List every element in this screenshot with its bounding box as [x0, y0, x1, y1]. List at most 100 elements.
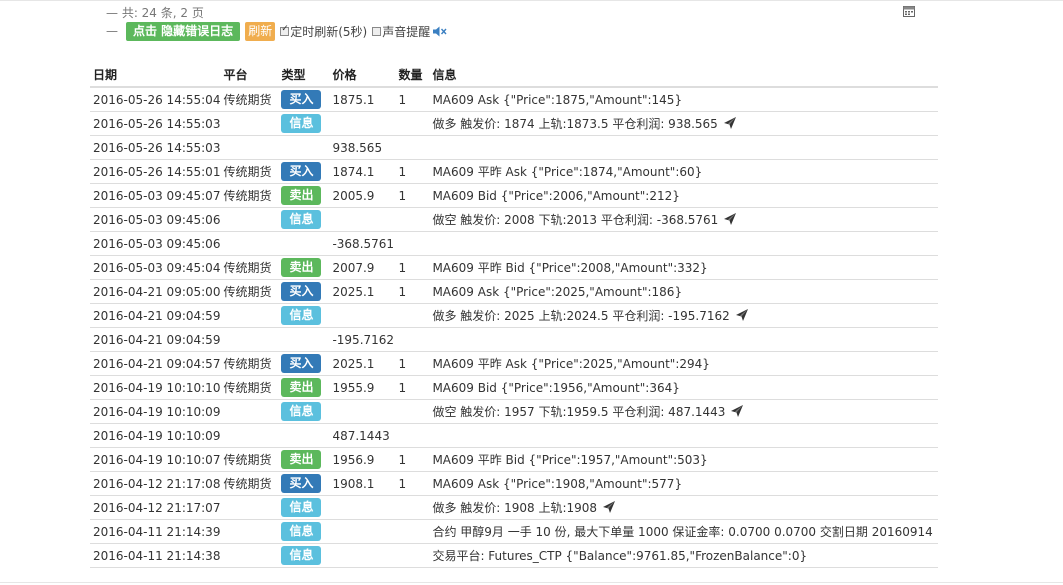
cell-price: -195.7162 [329, 327, 396, 352]
type-badge: 信息 [281, 498, 322, 517]
cell-date: 2016-04-19 10:10:09 [90, 399, 221, 424]
cell-qty: 1 [395, 255, 430, 280]
cell-price [329, 495, 396, 520]
cell-date: 2016-05-03 09:45:06 [90, 231, 221, 256]
cell-info: MA609 平昨 Ask {"Price":1874,"Amount":60} [429, 159, 939, 184]
table-row: 2016-04-12 21:17:08 传统期货 买入 1908.1 1 MA609 As… [90, 471, 939, 496]
cell-platform: 传统期货 [220, 471, 279, 496]
info-text: MA609 平昨 Ask {"Price":2025,"Amount":294} [432, 357, 710, 371]
cell-price: 2025.1 [329, 279, 396, 304]
type-badge: 信息 [281, 114, 322, 133]
cell-info: 做空 触发价: 2008 下轨:2013 平仓利润: -368.5761 [429, 207, 939, 232]
cell-price: 1908.1 [329, 471, 396, 496]
cell-info: MA609 Ask {"Price":1875,"Amount":145} [429, 87, 939, 112]
cell-date: 2016-05-26 14:55:03 [90, 111, 221, 136]
table-row: 2016-04-11 21:14:38 信息 交易平台: Futures_CTP {… [90, 543, 939, 568]
cell-platform: 传统期货 [220, 447, 279, 472]
cell-info: MA609 Bid {"Price":2006,"Amount":212} [429, 183, 939, 208]
cell-platform: 传统期货 [220, 183, 279, 208]
col-header-type: 类型 [278, 62, 330, 88]
cell-info [429, 423, 939, 448]
cell-info: MA609 Ask {"Price":2025,"Amount":186} [429, 279, 939, 304]
cell-price: 1874.1 [329, 159, 396, 184]
table-row: 2016-04-19 10:10:07 传统期货 卖出 1956.9 1 MA609 平昨… [90, 447, 939, 472]
type-badge: 买入 [281, 282, 322, 301]
cell-date: 2016-05-03 09:45:04 [90, 255, 221, 280]
cell-price [329, 111, 396, 136]
cell-price: 487.1443 [329, 423, 396, 448]
cell-type: 收益 [278, 423, 330, 448]
table-row: 2016-05-03 09:45:04 传统期货 卖出 2007.9 1 MA609 平昨… [90, 255, 939, 280]
cell-price [329, 207, 396, 232]
table-row: 2016-04-21 09:04:57 传统期货 买入 2025.1 1 MA609 平昨… [90, 351, 939, 376]
type-badge: 收益 [289, 332, 314, 346]
cell-type: 信息 [278, 303, 330, 328]
cell-platform [220, 327, 279, 352]
type-badge: 收益 [289, 140, 314, 154]
type-badge: 卖出 [281, 450, 322, 469]
cell-date: 2016-04-21 09:05:00 [90, 279, 221, 304]
cell-price: 938.565 [329, 135, 396, 160]
cell-price: 1875.1 [329, 87, 396, 112]
cell-qty: 1 [395, 471, 430, 496]
cell-type: 买入 [278, 279, 330, 304]
col-header-date: 日期 [90, 62, 221, 88]
calendar-icon[interactable] [903, 5, 915, 17]
info-text: 交易平台: Futures_CTP {"Balance":9761.85,"Fr… [432, 549, 808, 563]
cell-platform [220, 111, 279, 136]
cell-qty [395, 495, 430, 520]
col-header-platform: 平台 [220, 62, 279, 88]
info-text: MA609 Ask {"Price":1875,"Amount":145} [432, 92, 683, 107]
cell-qty: 1 [395, 183, 430, 208]
type-badge: 卖出 [281, 186, 322, 205]
bottom-divider [0, 582, 1063, 583]
cell-type: 卖出 [278, 183, 330, 208]
cell-type: 信息 [278, 111, 330, 136]
cell-type: 卖出 [278, 375, 330, 400]
type-badge: 卖出 [281, 378, 322, 397]
cell-qty: 1 [395, 447, 430, 472]
cell-platform [220, 231, 279, 256]
cell-platform [220, 303, 279, 328]
col-header-qty: 数量 [395, 62, 430, 88]
cell-date: 2016-04-21 09:04:57 [90, 351, 221, 376]
sound-alert-label: 声音提醒 [382, 24, 431, 39]
log-table: 日期 平台 类型 价格 数量 信息 2016-05-26 14:55:04 传统期… [90, 62, 939, 568]
cell-info [429, 327, 939, 352]
cell-info: 交易平台: Futures_CTP {"Balance":9761.85,"Fr… [429, 543, 939, 568]
cell-info: 做多 触发价: 2025 上轨:2024.5 平仓利润: -195.7162 [429, 303, 939, 328]
col-header-info: 信息 [429, 62, 939, 88]
type-badge: 买入 [281, 354, 322, 373]
info-text: 做空 触发价: 2008 下轨:2013 平仓利润: -368.5761 [432, 213, 719, 227]
send-icon [603, 501, 616, 513]
toggle-error-log-button[interactable]: 点击 隐藏错误日志 [126, 21, 241, 41]
cell-price [329, 399, 396, 424]
refresh-button[interactable]: 刷新 [245, 21, 276, 41]
cell-info: 做多 触发价: 1874 上轨:1873.5 平仓利润: 938.565 [429, 111, 939, 136]
cell-qty: 1 [395, 279, 430, 304]
type-badge: 收益 [289, 428, 314, 442]
cell-qty: 1 [395, 351, 430, 376]
cell-date: 2016-04-12 21:17:07 [90, 495, 221, 520]
cell-price: 1956.9 [329, 447, 396, 472]
cell-info: MA609 平昨 Bid {"Price":2008,"Amount":332} [429, 255, 939, 280]
info-text: MA609 平昨 Bid {"Price":2008,"Amount":332} [432, 261, 708, 275]
table-row: 2016-05-26 14:55:01 传统期货 买入 1874.1 1 MA609 平昨… [90, 159, 939, 184]
speaker-mute-icon[interactable] [433, 26, 447, 37]
send-icon [735, 309, 748, 321]
type-badge: 信息 [281, 306, 322, 325]
table-row: 2016-04-21 09:05:00 传统期货 买入 2025.1 1 MA609 As… [90, 279, 939, 304]
col-header-price: 价格 [329, 62, 396, 88]
sound-alert-checkbox[interactable] [372, 26, 382, 36]
table-row: 2016-05-03 09:45:06 收益 -368.5761 [90, 231, 939, 256]
info-text: MA609 平昨 Bid {"Price":1957,"Amount":503} [432, 453, 708, 467]
cell-platform: 传统期货 [220, 87, 279, 112]
cell-price [329, 303, 396, 328]
cell-date: 2016-05-26 14:55:01 [90, 159, 221, 184]
cell-qty: 1 [395, 87, 430, 112]
cell-platform: 传统期货 [220, 351, 279, 376]
cell-price: 2005.9 [329, 183, 396, 208]
cell-type: 收益 [278, 327, 330, 352]
auto-refresh-checkbox[interactable] [280, 24, 290, 36]
cell-type: 收益 [278, 135, 330, 160]
